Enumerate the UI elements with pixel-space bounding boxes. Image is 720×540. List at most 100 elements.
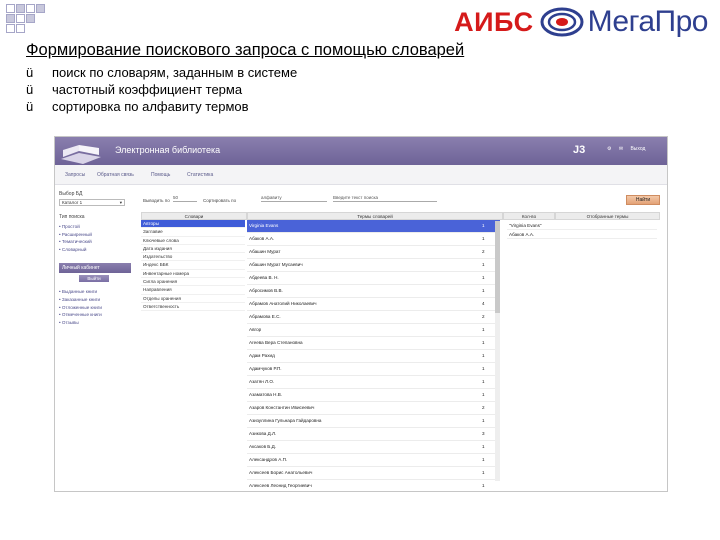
term-name: Абрамов Анатолий Николаевич bbox=[249, 301, 317, 306]
search-type-extended[interactable]: • Расширенный bbox=[59, 231, 131, 239]
search-type-thematic[interactable]: • Тематический bbox=[59, 238, 131, 246]
picked-terms-list: "Virginia Evans" Абаков А.А. bbox=[507, 221, 657, 239]
term-count: 1 bbox=[482, 379, 485, 384]
term-count: 1 bbox=[482, 470, 485, 475]
term-name: Абаков А.А. bbox=[249, 236, 275, 241]
top-nav: Запросы Обратная связь Помощь Статистика bbox=[55, 165, 667, 185]
term-row[interactable]: Азизуллина Гульнара Гайдаровна 1 bbox=[247, 415, 500, 428]
col-dictionaries: Словари bbox=[141, 212, 247, 220]
term-name: Азикова Д.Л. bbox=[249, 431, 277, 436]
term-name: Агеева Вера Степановна bbox=[249, 340, 303, 345]
check-icon: ü bbox=[26, 82, 34, 97]
logout-link[interactable]: Выход bbox=[630, 146, 645, 152]
term-row[interactable]: Александров А.П. 1 bbox=[247, 454, 500, 467]
term-row[interactable]: Азаматова Н.В. 1 bbox=[247, 389, 500, 402]
term-row[interactable]: Алексеев Леонид Георгиевич 1 bbox=[247, 480, 500, 491]
scrollbar-thumb[interactable] bbox=[495, 221, 500, 313]
term-name: Азизуллина Гульнара Гайдаровна bbox=[249, 418, 322, 423]
cabinet-item[interactable]: • Заказанные книги bbox=[59, 296, 131, 304]
term-row[interactable]: Абашин Мурат 2 bbox=[247, 246, 500, 259]
show-select[interactable]: 50 bbox=[173, 195, 197, 202]
header-actions: ⚙ ✉ Выход bbox=[607, 146, 651, 152]
term-row[interactable]: Азикова Д.Л. 3 bbox=[247, 428, 500, 441]
term-row[interactable]: Азатян Л.О. 1 bbox=[247, 376, 500, 389]
term-row[interactable]: Абаков А.А. 1 bbox=[247, 233, 500, 246]
sort-label: Сортировать по bbox=[203, 198, 237, 203]
term-count: 1 bbox=[482, 483, 485, 488]
nav-help[interactable]: Помощь bbox=[151, 172, 170, 178]
check-icon: ü bbox=[26, 99, 34, 114]
term-count: 2 bbox=[482, 314, 485, 319]
dictionary-item[interactable]: Ответственность bbox=[141, 303, 245, 312]
search-type-simple[interactable]: • Простой bbox=[59, 223, 131, 231]
term-row[interactable]: Абрамов Анатолий Николаевич 4 bbox=[247, 298, 500, 311]
dictionary-item[interactable]: Отделы хранения bbox=[141, 295, 245, 303]
feature-item: ü поиск по словарям, заданным в системе bbox=[26, 65, 298, 80]
cabinet-list: • Выданные книги • Заказанные книги • От… bbox=[59, 288, 131, 326]
mail-icon[interactable]: ✉ bbox=[619, 146, 623, 152]
cabinet-item[interactable]: • Отмеченные книги bbox=[59, 311, 131, 319]
term-count: 1 bbox=[482, 327, 485, 332]
term-name: Абашин Мурат bbox=[249, 249, 281, 254]
dictionary-search-input[interactable]: Введите текст поиска bbox=[333, 195, 437, 202]
term-row[interactable]: Аксаков Б.Д. 1 bbox=[247, 441, 500, 454]
cabinet-item[interactable]: • Выданные книги bbox=[59, 288, 131, 296]
sort-select[interactable]: алфавиту bbox=[261, 195, 327, 202]
dictionary-list: Авторы Заглавие Ключевые слова Дата издания… bbox=[141, 220, 245, 312]
cabinet-item[interactable]: • Отзывы bbox=[59, 319, 131, 327]
settings-icon[interactable]: ⚙ bbox=[607, 146, 611, 152]
dictionary-item[interactable]: Индекс ББК bbox=[141, 261, 245, 270]
term-count: 2 bbox=[482, 249, 485, 254]
dictionary-item[interactable]: Инвентарные номера bbox=[141, 270, 245, 279]
term-count: 1 bbox=[482, 392, 485, 397]
search-type-dictionary[interactable]: • Словарный bbox=[59, 246, 131, 254]
db-select[interactable]: Каталог 1 ▾ bbox=[59, 199, 125, 206]
feature-list: ü поиск по словарям, заданным в системе ü… bbox=[26, 64, 297, 115]
term-row[interactable]: Алексеев Борис Анатольевич 1 bbox=[247, 467, 500, 480]
term-name: Абросимов В.В. bbox=[249, 288, 283, 293]
picked-term[interactable]: Абаков А.А. bbox=[507, 230, 657, 239]
decorative-squares bbox=[6, 4, 58, 34]
term-row[interactable]: Абросимов В.В. 1 bbox=[247, 285, 500, 298]
nav-stats[interactable]: Статистика bbox=[187, 172, 213, 178]
nav-feedback[interactable]: Обратная связь bbox=[97, 172, 134, 178]
term-count: 1 bbox=[482, 353, 485, 358]
term-name: Абдеева В. Н. bbox=[249, 275, 279, 280]
term-name: Абашин Мурат Мусаевич bbox=[249, 262, 303, 267]
megapro-swirl-icon bbox=[540, 7, 584, 37]
dictionary-item[interactable]: Сигла хранения bbox=[141, 278, 245, 287]
term-row[interactable]: Абдеева В. Н. 1 bbox=[247, 272, 500, 285]
term-count: 1 bbox=[482, 223, 485, 228]
term-row[interactable]: Адам Рахид 1 bbox=[247, 350, 500, 363]
term-row[interactable]: Адамчуков Р.П. 1 bbox=[247, 363, 500, 376]
dictionary-item[interactable]: Издательство bbox=[141, 253, 245, 262]
cabinet-item[interactable]: • Отложенные книги bbox=[59, 304, 131, 312]
dictionary-item[interactable]: Дата издания bbox=[141, 245, 245, 254]
picked-term[interactable]: "Virginia Evans" bbox=[507, 221, 657, 230]
term-count: 2 bbox=[482, 405, 485, 410]
term-row[interactable]: Авгор 1 bbox=[247, 324, 500, 337]
term-row[interactable]: Азаров Константин Ивисеевич 2 bbox=[247, 402, 500, 415]
term-row[interactable]: Агеева Вера Степановна 1 bbox=[247, 337, 500, 350]
term-name: Азаров Константин Ивисеевич bbox=[249, 405, 315, 410]
exit-button[interactable]: Выйти bbox=[79, 275, 109, 283]
feature-item: ü сортировка по алфавиту термов bbox=[26, 99, 249, 114]
term-count: 1 bbox=[482, 418, 485, 423]
term-scrollbar[interactable] bbox=[495, 221, 500, 481]
term-row[interactable]: Virginia Evans 1 bbox=[247, 220, 500, 233]
dictionary-item[interactable]: Направления bbox=[141, 286, 245, 295]
dictionary-item[interactable]: Ключевые слова bbox=[141, 237, 245, 245]
find-button[interactable]: Найти bbox=[626, 195, 660, 205]
term-count: 4 bbox=[482, 301, 485, 306]
term-row[interactable]: Абашин Мурат Мусаевич 1 bbox=[247, 259, 500, 272]
dictionary-item[interactable]: Авторы bbox=[141, 220, 245, 229]
term-row[interactable]: Абрамова Е.С. 2 bbox=[247, 311, 500, 324]
dictionary-item[interactable]: Заглавие bbox=[141, 228, 245, 237]
term-count: 1 bbox=[482, 236, 485, 241]
term-name: Авгор bbox=[249, 327, 262, 332]
brand-logo-text: МегаПро bbox=[587, 5, 709, 38]
term-count: 3 bbox=[482, 431, 485, 436]
nav-queries[interactable]: Запросы bbox=[65, 172, 85, 178]
term-name: Адам Рахид bbox=[249, 353, 275, 358]
col-picked: Отобранные термы bbox=[555, 212, 660, 220]
